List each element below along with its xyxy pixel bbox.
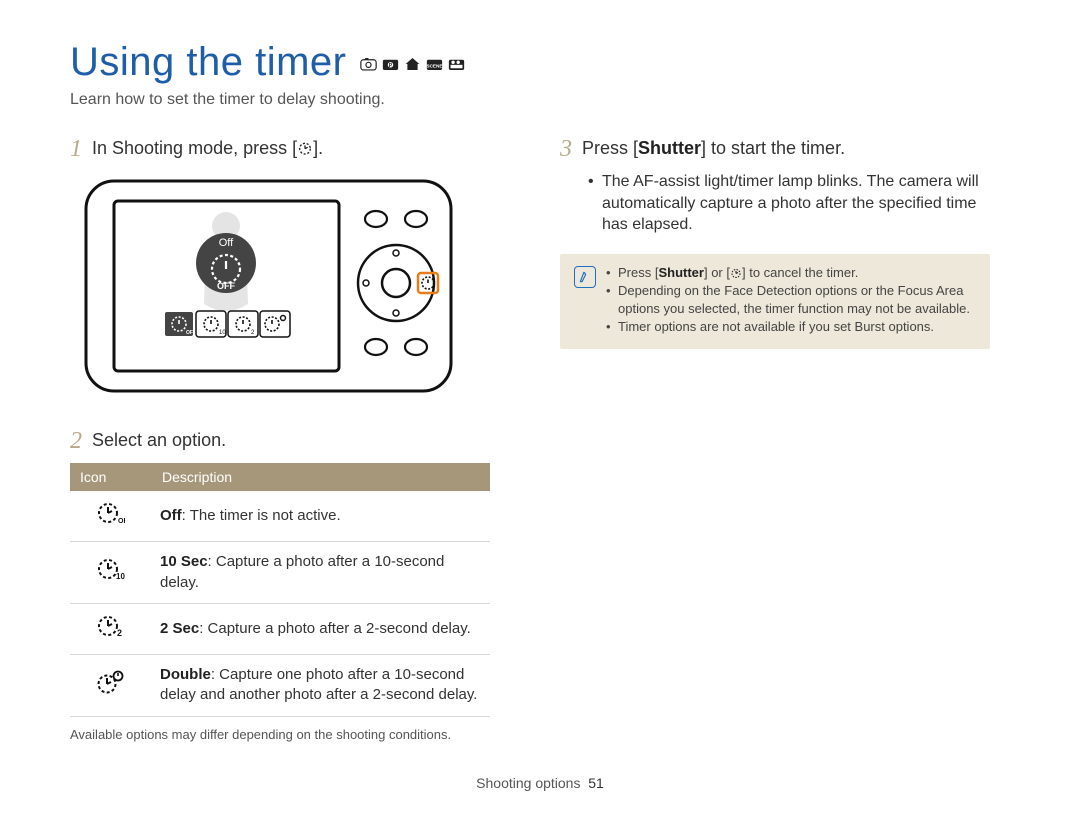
step-number: 1 — [70, 137, 82, 161]
text-fragment: ] or [ — [704, 265, 730, 280]
note-box: Press [Shutter] or [ ] to cancel the time… — [560, 254, 990, 349]
step-1: 1 In Shooting mode, press []. — [70, 137, 500, 161]
table-row: 2 2 Sec: Capture a photo after a 2-secon… — [70, 603, 490, 654]
step-1-text: In Shooting mode, press []. — [92, 137, 323, 160]
cell-desc: 10 Sec: Capture a photo after a 10-secon… — [152, 542, 490, 604]
timer-2s-icon: 2 — [97, 614, 125, 638]
text-fragment: Press [ — [618, 265, 658, 280]
smart-icon — [360, 57, 377, 71]
svg-text:OFF: OFF — [217, 281, 235, 291]
svg-text:P: P — [389, 63, 393, 69]
camera-illustration: Off OFF OFF 10 — [84, 171, 500, 401]
text-fragment: Press [ — [582, 138, 638, 158]
note-item: Press [Shutter] or [ ] to cancel the time… — [606, 264, 976, 282]
table-row: OFF Off: The timer is not active. — [70, 491, 490, 542]
cell-desc: 2 Sec: Capture a photo after a 2-second … — [152, 603, 490, 654]
mode-icons: P SCENE — [360, 57, 465, 71]
cell-desc: Off: The timer is not active. — [152, 491, 490, 542]
note-item: Timer options are not available if you s… — [606, 318, 976, 336]
step-2: 2 Select an option. — [70, 429, 500, 453]
left-column: 1 In Shooting mode, press []. — [70, 137, 500, 742]
svg-text:10: 10 — [219, 330, 226, 336]
timer-icon — [730, 267, 742, 279]
text-fragment: Shutter — [638, 138, 701, 158]
table-header-icon: Icon — [70, 463, 152, 491]
right-column: 3 Press [Shutter] to start the timer. Th… — [560, 137, 990, 742]
svg-text:SCENE: SCENE — [427, 63, 443, 68]
step-3-bullets: The AF-assist light/timer lamp blinks. T… — [588, 171, 990, 236]
step-number: 2 — [70, 429, 82, 453]
note-item: Depending on the Face Detection options … — [606, 282, 976, 318]
timer-icon — [297, 140, 313, 156]
table-row: 10 10 Sec: Capture a photo after a 10-se… — [70, 542, 490, 604]
svg-text:OFF: OFF — [186, 330, 196, 336]
picture-icon — [404, 57, 421, 71]
table-footnote: Available options may differ depending o… — [70, 727, 500, 742]
cell-desc: Double: Capture one photo after a 10-sec… — [152, 655, 490, 717]
page-subtitle: Learn how to set the timer to delay shoo… — [70, 91, 1010, 109]
timer-10s-icon: 10 — [97, 557, 125, 581]
page-title: Using the timer — [70, 40, 346, 85]
svg-text:OFF: OFF — [118, 518, 125, 525]
cell-icon: 2 — [70, 603, 152, 654]
text-fragment: ] to start the timer. — [701, 138, 845, 158]
program-icon: P — [382, 57, 399, 71]
table-row: Double: Capture one photo after a 10-sec… — [70, 655, 490, 717]
svg-text:2: 2 — [117, 628, 122, 638]
screen-off-label: Off — [219, 237, 234, 249]
cell-icon: OFF — [70, 491, 152, 542]
cell-icon — [70, 655, 152, 717]
text-fragment: ] to cancel the timer. — [742, 265, 858, 280]
text-fragment: Shutter — [658, 265, 704, 280]
step-3: 3 Press [Shutter] to start the timer. — [560, 137, 990, 161]
step-3-text: Press [Shutter] to start the timer. — [582, 137, 845, 160]
bullet-item: The AF-assist light/timer lamp blinks. T… — [588, 171, 990, 236]
timer-double-icon — [96, 670, 126, 694]
svg-text:10: 10 — [116, 572, 125, 581]
note-icon — [574, 266, 596, 288]
note-list: Press [Shutter] or [ ] to cancel the time… — [606, 264, 976, 337]
step-number: 3 — [560, 137, 572, 161]
scene-icon: SCENE — [426, 57, 443, 71]
text-fragment: ]. — [313, 138, 323, 158]
step-2-text: Select an option. — [92, 429, 226, 452]
table-header-row: Icon Description — [70, 463, 490, 491]
options-table: Icon Description OFF Off: The timer is n… — [70, 463, 490, 717]
text-fragment: In Shooting mode, press [ — [92, 138, 297, 158]
page: Using the timer P SCENE Learn how to set… — [0, 0, 1080, 815]
footer-section: Shooting options — [476, 775, 580, 791]
timer-off-icon: OFF — [97, 501, 125, 525]
title-row: Using the timer P SCENE — [70, 40, 1010, 85]
table-header-desc: Description — [152, 463, 490, 491]
movie-icon — [448, 57, 465, 71]
cell-icon: 10 — [70, 542, 152, 604]
content-columns: 1 In Shooting mode, press []. — [70, 137, 1010, 742]
footer-page: 51 — [588, 775, 604, 791]
footer: Shooting options 51 — [0, 775, 1080, 791]
